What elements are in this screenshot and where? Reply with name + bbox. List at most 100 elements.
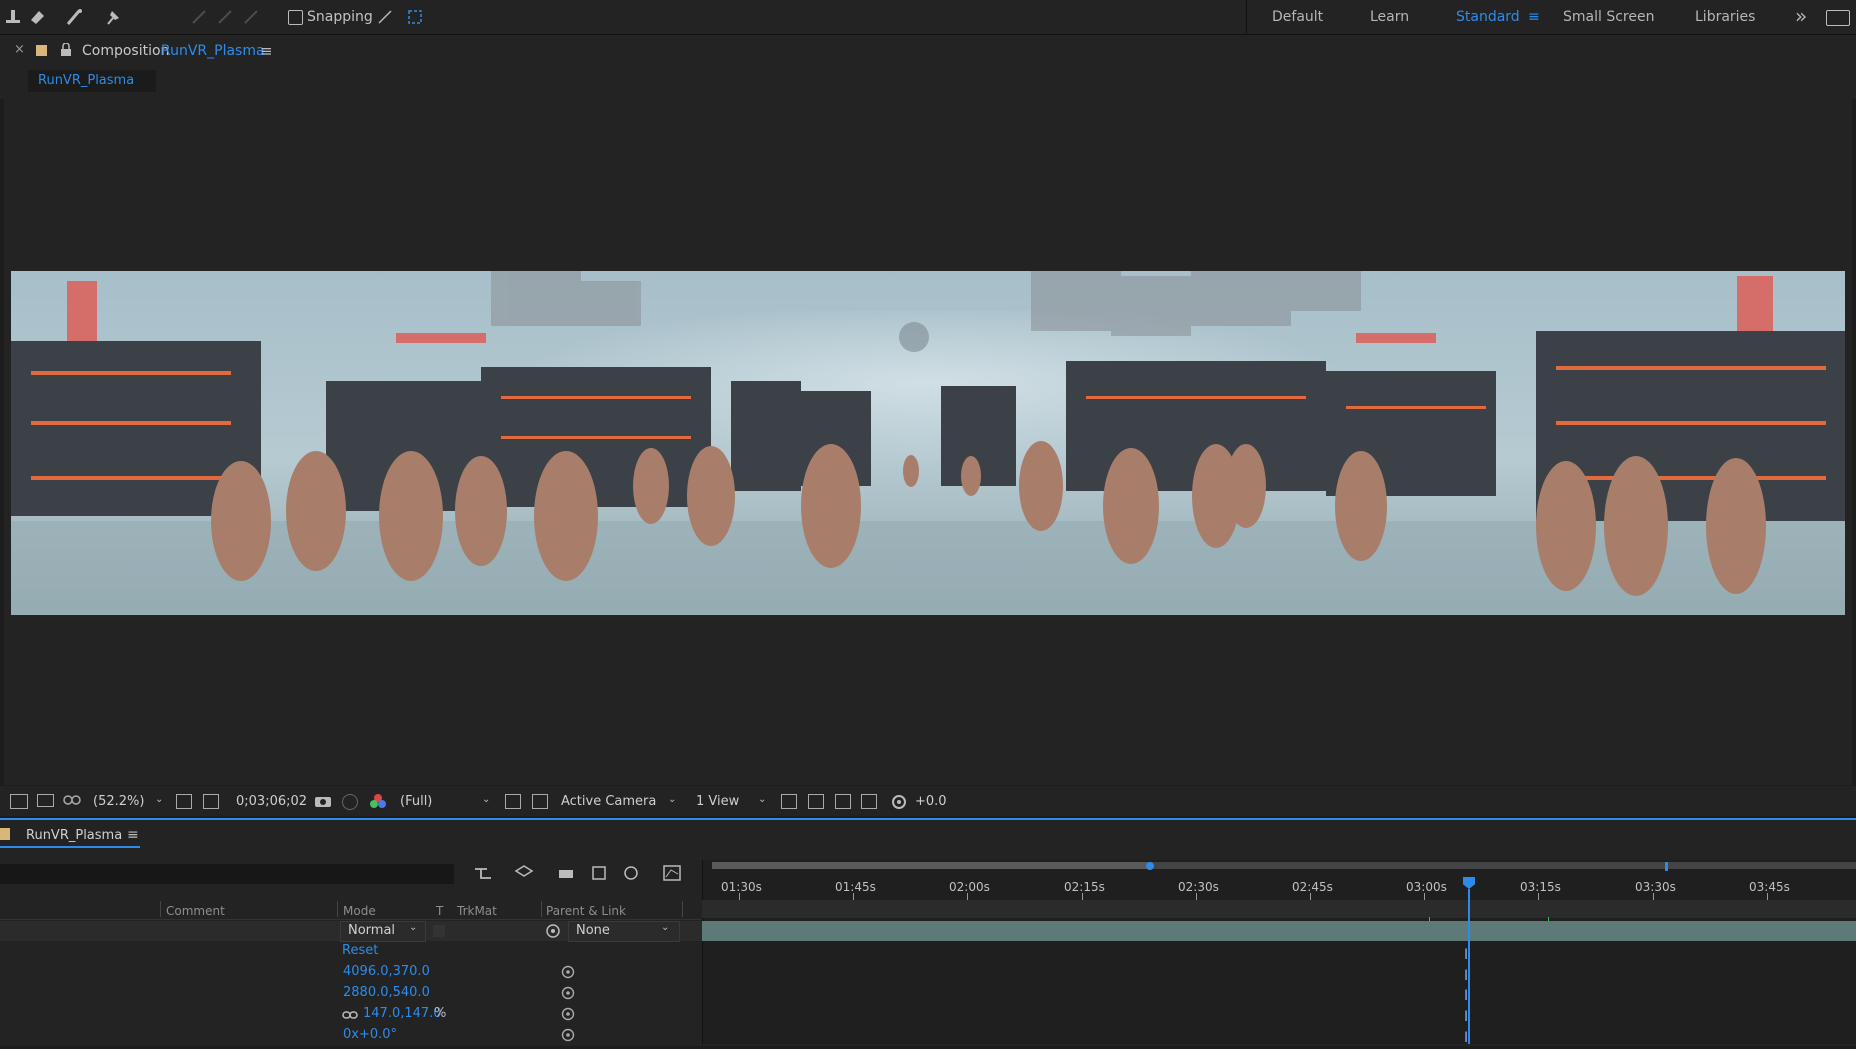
- viewer-frame-image: [11, 271, 1845, 615]
- view-layout-select[interactable]: 1 View: [696, 794, 739, 809]
- roto-brush-icon[interactable]: [62, 4, 88, 30]
- frame-blending-icon[interactable]: [590, 864, 608, 886]
- composition-tab[interactable]: RunVR_Plasma: [28, 70, 156, 92]
- ruler-strip: [702, 900, 1856, 918]
- workspace-default[interactable]: Default: [1272, 9, 1323, 25]
- composition-panel-header: [0, 35, 1856, 99]
- column-t: T: [436, 904, 444, 918]
- scale-value[interactable]: 147.0,147.0: [363, 1006, 442, 1021]
- always-preview-icon[interactable]: [10, 794, 28, 809]
- column-comment: Comment: [166, 904, 225, 918]
- ruler-tick-mark: [853, 893, 854, 900]
- zoom-chevron-down-icon[interactable]: ⌄: [155, 794, 163, 805]
- comp-label-color[interactable]: [36, 45, 47, 56]
- grid-guides-icon[interactable]: [176, 794, 192, 809]
- workspace-menu-icon[interactable]: ≡: [1528, 9, 1540, 25]
- hide-shy-layers-icon[interactable]: [556, 864, 576, 886]
- workspace-standard[interactable]: Standard: [1456, 9, 1520, 25]
- comp-mini-flowchart-icon[interactable]: [473, 864, 493, 886]
- workspace-libraries[interactable]: Libraries: [1695, 9, 1755, 25]
- transform-reset-link[interactable]: Reset: [342, 943, 378, 958]
- ruler-tick-mark: [1767, 893, 1768, 900]
- position-pickwhip-icon[interactable]: [561, 986, 575, 1000]
- panel-menu-icon[interactable]: ≡: [260, 42, 273, 60]
- ruler-tick-mark: [1082, 893, 1083, 900]
- workspace-learn[interactable]: Learn: [1370, 9, 1409, 25]
- ruler-tick-label: 02:45s: [1292, 880, 1333, 894]
- flowchart-icon[interactable]: [861, 794, 877, 809]
- scale-pickwhip-icon[interactable]: [561, 1007, 575, 1021]
- display-monitor-icon[interactable]: [37, 794, 54, 807]
- mask-visibility-icon[interactable]: [203, 794, 219, 809]
- mask-view-icon[interactable]: [63, 794, 81, 810]
- snap-features-icon[interactable]: [402, 4, 428, 30]
- parent-select[interactable]: None ⌄: [568, 921, 680, 942]
- resolution-chevron-down-icon[interactable]: ⌄: [482, 794, 490, 805]
- view-chevron-down-icon[interactable]: ⌄: [758, 794, 766, 805]
- column-parent-link: Parent & Link: [546, 904, 626, 918]
- region-of-interest-icon[interactable]: [505, 794, 521, 809]
- exposure-reset-icon[interactable]: [891, 794, 907, 814]
- timeline-tab-label[interactable]: RunVR_Plasma: [26, 828, 122, 843]
- snapping-checkbox[interactable]: [288, 10, 303, 25]
- timeline-toggle-icon[interactable]: [835, 794, 851, 809]
- search-help-icon[interactable]: [1826, 10, 1850, 26]
- work-area-end-handle[interactable]: [1665, 862, 1668, 871]
- puppet-bend-icon: [212, 4, 238, 30]
- transparency-grid-icon[interactable]: [532, 794, 548, 809]
- marker: [1548, 917, 1549, 921]
- column-divider: [682, 901, 683, 917]
- ruler-tick-mark: [1653, 893, 1654, 900]
- link-icon[interactable]: [342, 1008, 358, 1024]
- graph-editor-icon[interactable]: [662, 864, 682, 886]
- stamp-icon[interactable]: [0, 4, 26, 30]
- puppet-pin-icon[interactable]: [100, 4, 126, 30]
- work-area-start-handle[interactable]: [1146, 862, 1154, 870]
- current-timecode[interactable]: 0;03;06;02: [236, 794, 307, 809]
- ruler-tick-label: 03:15s: [1520, 880, 1561, 894]
- ruler-tick-label: 01:30s: [721, 880, 762, 894]
- camera-chevron-down-icon[interactable]: ⌄: [668, 794, 676, 805]
- rotation-value[interactable]: 0x+0.0°: [343, 1027, 397, 1042]
- ruler-tick-mark: [1424, 893, 1425, 900]
- mode-select[interactable]: Normal ⌄: [340, 921, 426, 942]
- draft-3d-icon[interactable]: [514, 864, 534, 886]
- snap-edges-icon[interactable]: [372, 4, 398, 30]
- layer-search-input[interactable]: [0, 864, 454, 884]
- preserve-transparency-checkbox[interactable]: [433, 925, 445, 937]
- timeline-menu-icon[interactable]: ≡: [127, 827, 139, 843]
- puppet-advanced-icon: [186, 4, 212, 30]
- anchor-point-value[interactable]: 4096.0,370.0: [343, 964, 430, 979]
- composition-name[interactable]: RunVR_Plasma: [161, 43, 265, 59]
- workspace-overflow-icon[interactable]: »: [1795, 4, 1807, 28]
- eraser-icon[interactable]: [24, 4, 50, 30]
- fast-previews-icon[interactable]: [808, 794, 824, 809]
- camera-icon[interactable]: [314, 794, 332, 812]
- ruler-tick-label: 02:30s: [1178, 880, 1219, 894]
- color-channel-icon[interactable]: [369, 793, 387, 813]
- zoom-select[interactable]: (52.2%): [93, 794, 144, 809]
- exposure-value[interactable]: +0.0: [915, 794, 947, 809]
- top-toolbar: Snapping Default Learn Standard ≡ Small …: [0, 0, 1856, 35]
- rotation-pickwhip-icon[interactable]: [561, 1028, 575, 1042]
- lock-icon[interactable]: [60, 42, 72, 60]
- camera-select[interactable]: Active Camera: [561, 794, 656, 809]
- motion-blur-icon[interactable]: [622, 864, 640, 886]
- layer-duration-bar[interactable]: [702, 921, 1856, 941]
- toggle-pixel-aspect-icon[interactable]: [781, 794, 797, 809]
- puppet-overlap-icon: [238, 4, 264, 30]
- ruler-tick-label: 02:00s: [949, 880, 990, 894]
- composition-prefix: Composition: [82, 43, 170, 59]
- close-panel-icon[interactable]: ×: [14, 42, 25, 57]
- column-divider: [160, 901, 161, 917]
- snapping-label: Snapping: [307, 9, 373, 25]
- workspace-small-screen[interactable]: Small Screen: [1563, 9, 1654, 25]
- playhead-line: [1468, 889, 1470, 1044]
- anchor-pickwhip-icon[interactable]: [561, 965, 575, 979]
- resolution-select[interactable]: (Full): [400, 794, 432, 809]
- mode-value: Normal: [348, 923, 396, 938]
- position-value[interactable]: 2880.0,540.0: [343, 985, 430, 1000]
- show-snapshot-icon[interactable]: [342, 794, 358, 810]
- column-divider: [337, 901, 338, 917]
- parent-pickwhip-icon[interactable]: [545, 923, 561, 943]
